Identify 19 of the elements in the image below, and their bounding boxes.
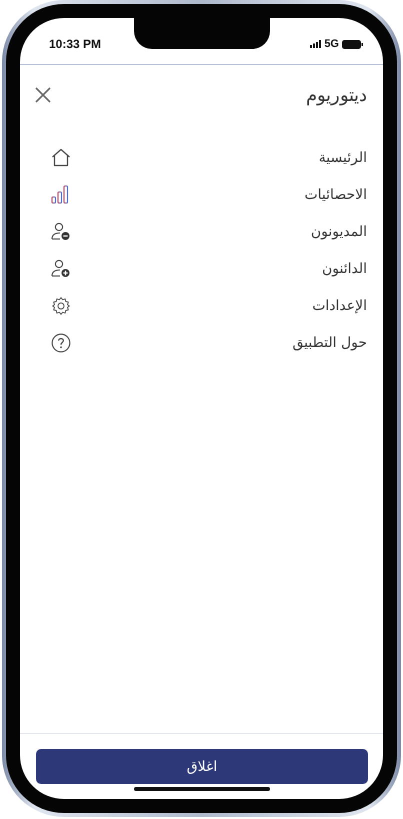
app-title: ديتوريوم [306,84,367,106]
close-icon[interactable] [35,87,51,103]
home-icon [51,148,71,167]
menu-item[interactable]: الرئيسية [20,139,383,176]
user-plus-icon [51,259,71,278]
menu-item[interactable]: الاحصائيات [20,176,383,213]
menu-item[interactable]: المديونون [20,213,383,250]
menu-item[interactable]: الإعدادات [20,287,383,324]
status-time: 10:33 PM [49,37,102,51]
menu-item[interactable]: حول التطبيق [20,324,383,361]
battery-icon [342,40,363,48]
network-label: 5G [324,38,339,50]
settings-icon [51,296,71,316]
user-minus-icon [51,222,71,241]
menu-item[interactable]: الدائنون [20,250,383,287]
help-icon [51,332,71,352]
bar-chart-icon [51,185,69,204]
close-button[interactable]: اغلاق [36,749,368,784]
signal-icon [310,40,322,48]
